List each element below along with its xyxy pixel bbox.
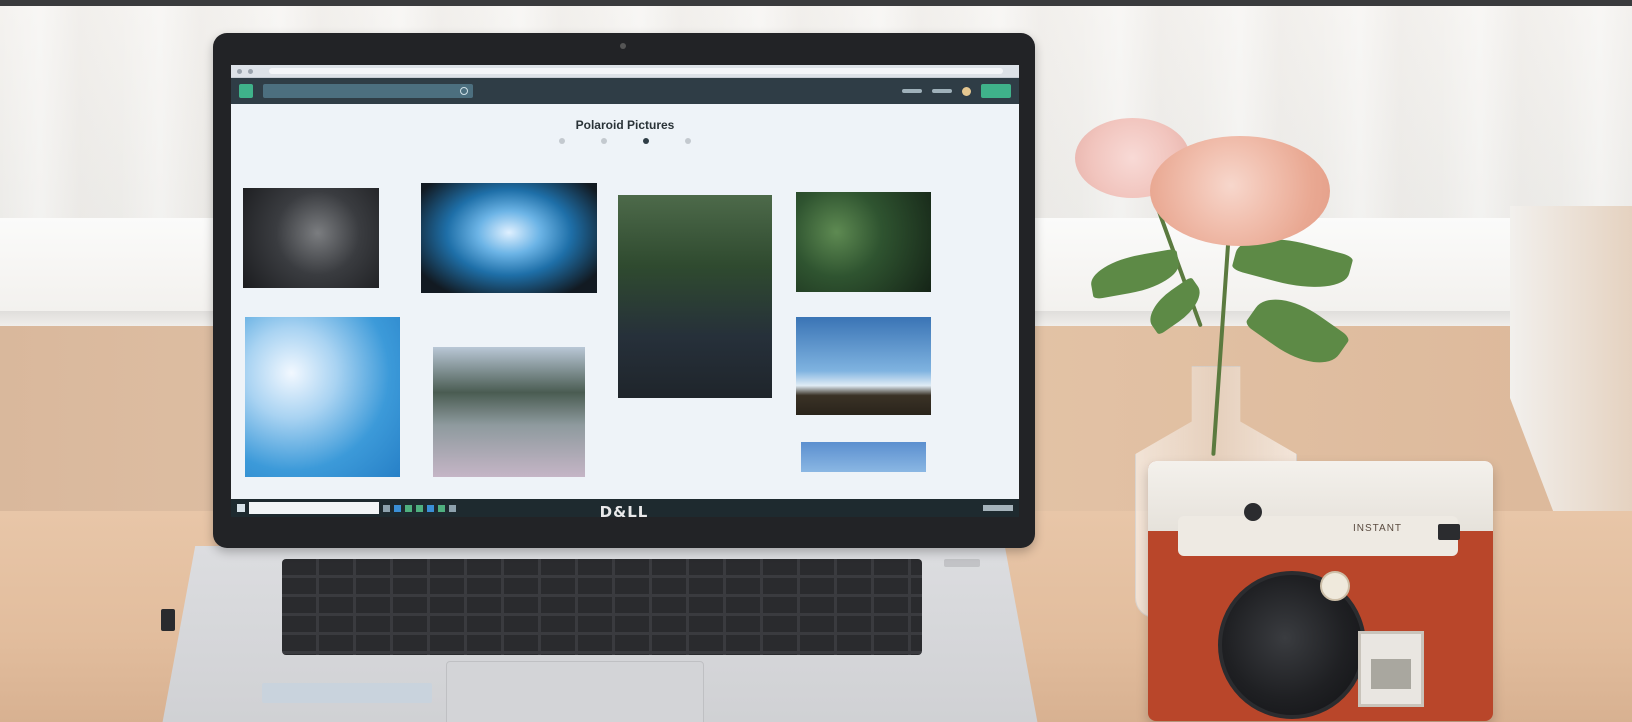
laptop-lid: Polaroid Pictures D&LL xyxy=(213,33,1035,548)
gallery-photo-hills xyxy=(433,347,585,477)
site-search-bar xyxy=(263,84,473,98)
nav-link xyxy=(932,89,952,93)
photo-scene: Polaroid Pictures D&LL INSTANT xyxy=(0,6,1632,722)
browser-control xyxy=(237,68,242,74)
camera-dial xyxy=(1320,571,1350,601)
avatar xyxy=(962,86,971,96)
gallery-filter-dots xyxy=(231,138,1019,144)
gallery-photo-portrait xyxy=(618,195,772,398)
filter-dot xyxy=(685,138,691,144)
laptop-keyboard xyxy=(282,559,922,655)
camera-shutter-button xyxy=(1244,503,1262,521)
gallery-photo-lake xyxy=(421,183,597,293)
camera-viewfinder xyxy=(1358,631,1424,707)
camera-front-panel xyxy=(1178,516,1458,556)
filter-dot xyxy=(559,138,565,144)
gallery-photo-sunset xyxy=(796,317,931,415)
laptop-trackpad xyxy=(446,661,704,722)
browser-tab-bar xyxy=(231,65,1019,78)
laptop-sticker xyxy=(262,683,432,703)
site-navbar xyxy=(231,78,1019,104)
camera-flash xyxy=(1438,524,1460,540)
filter-dot-active xyxy=(643,138,649,144)
instant-camera: INSTANT xyxy=(1148,461,1493,721)
browser-address-bar xyxy=(269,68,1003,74)
gallery-photo-partial xyxy=(801,442,926,472)
gallery-photo-couple xyxy=(243,188,379,288)
nav-link xyxy=(902,89,922,93)
gallery-photo-sky xyxy=(245,317,400,477)
rose-flower xyxy=(1150,136,1330,246)
dell-logo: D&LL xyxy=(599,503,649,521)
laptop-port xyxy=(161,609,175,631)
camera-viewfinder-window xyxy=(1371,659,1411,689)
gallery-photo-leaves xyxy=(796,192,931,292)
nav-action-button xyxy=(981,84,1011,98)
page-title: Polaroid Pictures xyxy=(575,118,675,132)
laptop-screen: Polaroid Pictures xyxy=(231,65,1019,517)
laptop-power-button xyxy=(944,559,980,567)
camera-brand-text: INSTANT xyxy=(1353,523,1403,534)
search-icon xyxy=(460,87,468,95)
site-logo xyxy=(239,84,253,98)
browser-control xyxy=(248,68,253,74)
webcam xyxy=(620,43,626,49)
filter-dot xyxy=(601,138,607,144)
